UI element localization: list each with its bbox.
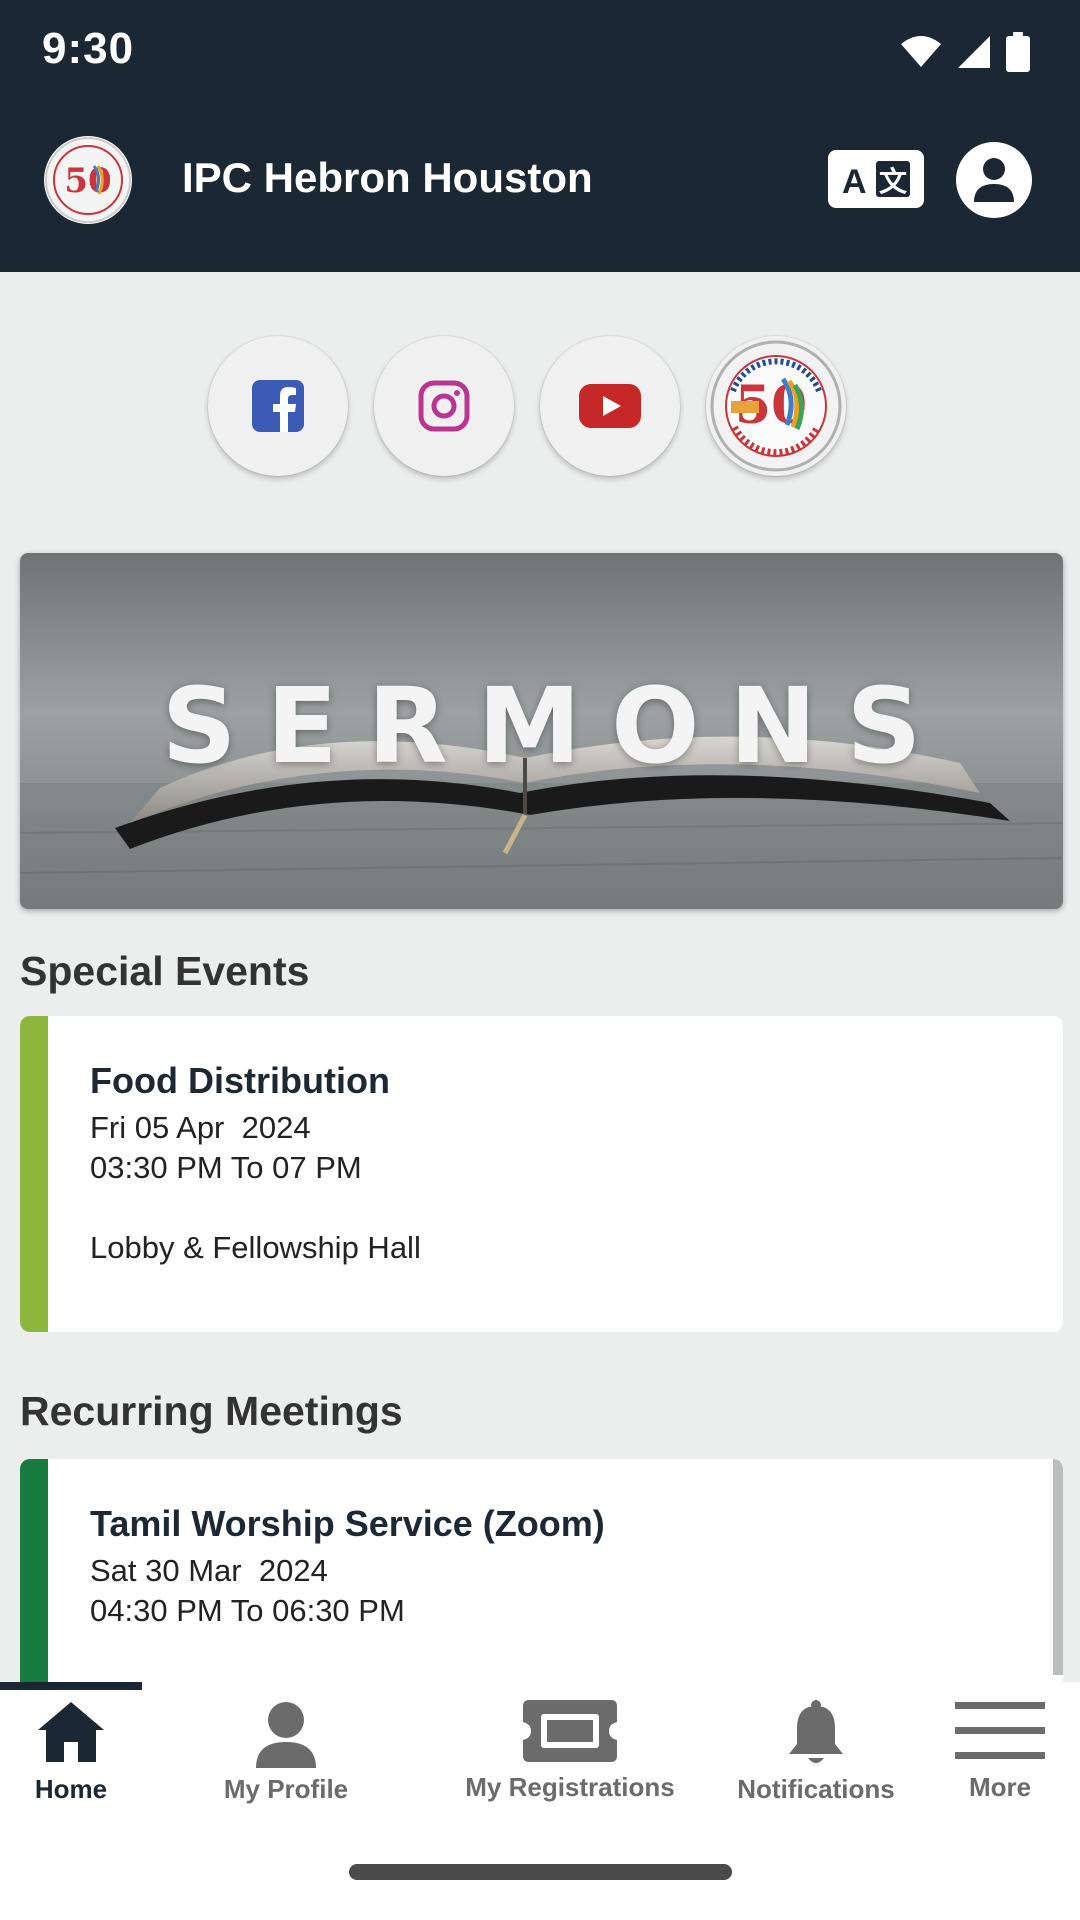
nav-notifications-label: Notifications bbox=[737, 1774, 895, 1804]
account-button[interactable] bbox=[956, 142, 1032, 218]
jubilee-website-button[interactable]: 50 bbox=[706, 336, 846, 476]
account-icon bbox=[974, 158, 1014, 202]
church-logo[interactable]: 50 bbox=[44, 136, 132, 224]
event-location: Lobby & Fellowship Hall bbox=[90, 1230, 421, 1265]
home-icon bbox=[38, 1702, 104, 1762]
svg-text:文: 文 bbox=[879, 165, 907, 197]
person-icon bbox=[256, 1702, 316, 1768]
nav-my-registrations-label: My Registrations bbox=[465, 1772, 675, 1802]
ticket-icon bbox=[523, 1700, 617, 1762]
battery-icon bbox=[1006, 32, 1030, 72]
banner-title: SERMONS bbox=[161, 665, 952, 787]
nav-notifications[interactable]: Notifications bbox=[730, 1700, 902, 1805]
nav-my-profile-label: My Profile bbox=[223, 1774, 349, 1804]
meeting-title: Tamil Worship Service (Zoom) bbox=[90, 1503, 605, 1544]
facebook-icon bbox=[252, 380, 304, 432]
nav-home[interactable]: Home bbox=[20, 1700, 122, 1805]
signal-icon bbox=[958, 36, 990, 68]
meeting-details: Tamil Worship Service (Zoom) Sat 30 Mar … bbox=[90, 1503, 1043, 1631]
bell-icon bbox=[789, 1700, 843, 1763]
wifi-icon bbox=[901, 36, 941, 67]
golden-jubilee-logo: 50 bbox=[710, 340, 842, 472]
status-time: 9:30 bbox=[42, 24, 135, 73]
event-date: Fri 05 Apr 2024 bbox=[90, 1110, 311, 1145]
event-time: 03:30 PM To 07 PM bbox=[90, 1150, 362, 1185]
svg-text:A: A bbox=[842, 163, 867, 201]
event-title: Food Distribution bbox=[90, 1060, 390, 1101]
meeting-time: 04:30 PM To 06:30 PM bbox=[90, 1593, 405, 1628]
translate-icon: A 文 bbox=[842, 161, 910, 201]
svg-text:50: 50 bbox=[64, 161, 111, 201]
system-home-indicator[interactable] bbox=[349, 1864, 732, 1880]
event-accent-bar bbox=[20, 1016, 48, 1332]
event-details: Food Distribution Fri 05 Apr 2024 03:30 … bbox=[90, 1060, 1043, 1266]
app-header: 9:30 50 IPC Hebron Houston A 文 bbox=[0, 0, 1080, 272]
instagram-icon bbox=[418, 380, 470, 432]
nav-my-registrations[interactable]: My Registrations bbox=[460, 1700, 680, 1803]
recurring-meeting-card[interactable]: Tamil Worship Service (Zoom) Sat 30 Mar … bbox=[20, 1459, 1063, 1699]
social-links: 50 bbox=[208, 336, 846, 476]
app-title: IPC Hebron Houston bbox=[182, 154, 593, 201]
special-event-card[interactable]: Food Distribution Fri 05 Apr 2024 03:30 … bbox=[20, 1016, 1063, 1332]
special-events-heading: Special Events bbox=[20, 948, 310, 994]
menu-icon bbox=[955, 1702, 1045, 1759]
youtube-icon bbox=[579, 384, 641, 428]
nav-my-profile[interactable]: My Profile bbox=[218, 1700, 354, 1805]
nav-active-indicator bbox=[0, 1682, 142, 1690]
nav-more[interactable]: More bbox=[950, 1700, 1050, 1803]
facebook-button[interactable] bbox=[208, 336, 348, 476]
status-icons bbox=[900, 32, 1030, 72]
translate-button[interactable]: A 文 bbox=[828, 150, 924, 208]
nav-home-label: Home bbox=[34, 1774, 108, 1804]
instagram-button[interactable] bbox=[374, 336, 514, 476]
youtube-button[interactable] bbox=[540, 336, 680, 476]
scrollbar-thumb[interactable] bbox=[1053, 1459, 1063, 1675]
nav-more-label: More bbox=[968, 1772, 1032, 1802]
meeting-date: Sat 30 Mar 2024 bbox=[90, 1553, 328, 1588]
sermons-banner[interactable]: SERMONS bbox=[20, 553, 1063, 909]
recurring-meetings-heading: Recurring Meetings bbox=[20, 1388, 403, 1434]
meeting-accent-bar bbox=[20, 1459, 48, 1699]
